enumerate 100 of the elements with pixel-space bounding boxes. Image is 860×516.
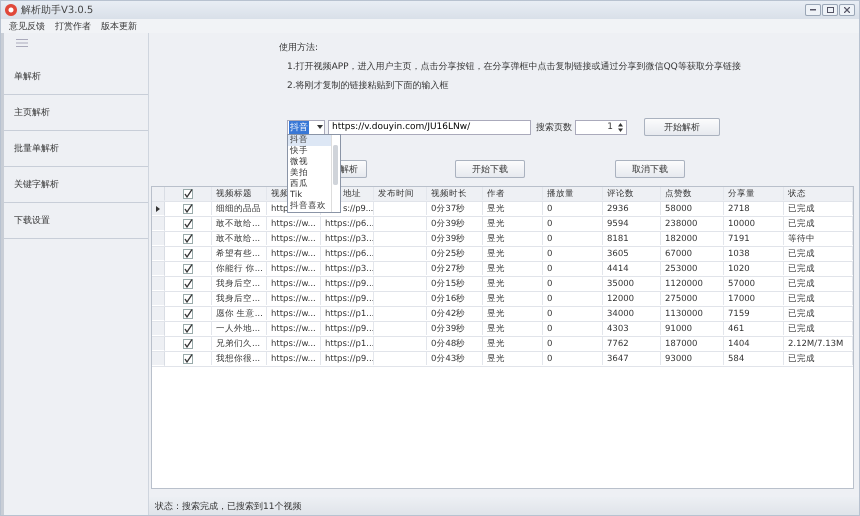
instructions-heading: 使用方法: [279,42,320,54]
checkbox[interactable] [183,278,193,288]
table-cell: 1038 [724,247,784,260]
action-button[interactable]: 开始下载 [455,160,525,178]
start-parse-button[interactable]: 开始解析 [644,118,720,136]
table-cell: 34000 [603,307,661,320]
close-icon [844,7,850,13]
table-cell: 敢不敢给... [212,217,267,230]
table-cell: 4303 [603,322,661,335]
table-cell: 3647 [603,352,661,365]
table-cell: 等待中 [784,232,853,245]
table-cell: 我身后空... [212,277,267,290]
table-cell: 2936 [603,202,661,215]
table-cell: 238000 [661,217,724,230]
sidebar-item[interactable]: 主页解析 [4,95,148,131]
table-cell: 昱光 [483,352,543,365]
table-cell: 愿你 生意... [212,307,267,320]
table-cell: 昱光 [483,217,543,230]
checkbox[interactable] [183,218,193,228]
maximize-icon [826,7,834,13]
minimize-button[interactable] [805,4,821,16]
table-cell: 0 [543,247,603,260]
table-cell: 0 [543,352,603,365]
checkbox[interactable] [183,338,193,348]
instruction-step: 1.打开视频APP，进入用户主页，点击分享按钮，在分享弹框中点击复制链接或通过分享到微信QQ等获取分享链接 [279,60,859,73]
table-cell: 0分43秒 [427,352,483,365]
table-cell: https://w... [267,232,321,245]
table-cell: https://w... [267,277,321,290]
table-cell: 2.12M/7.13M [784,337,853,350]
table-cell: 已完成 [784,322,853,335]
maximize-button[interactable] [822,4,838,16]
table-cell: https://w... [267,247,321,260]
table-cell: 584 [724,352,784,365]
checkbox[interactable] [183,294,193,304]
menu-item[interactable]: 打赏作者 [55,20,91,32]
table-cell: 0 [543,337,603,350]
table-cell: 10000 [724,217,784,230]
table-cell: 0分25秒 [427,247,483,260]
table-cell: 461 [724,322,784,335]
table-cell: 已完成 [784,352,853,365]
table-cell: https://w... [267,217,321,230]
table-cell: 0 [543,292,603,305]
action-button[interactable]: 取消下载 [615,160,685,178]
table-cell: 2718 [724,202,784,215]
table-cell: 昱光 [483,292,543,305]
row-header[interactable] [152,202,165,215]
pages-spinner[interactable]: 1 [575,120,627,134]
table-cell: 0分39秒 [427,322,483,335]
checkbox[interactable] [183,204,193,214]
table-cell: 0 [543,202,603,215]
table-cell: 0分39秒 [427,232,483,245]
table-cell: 已完成 [784,202,853,215]
select-all-checkbox[interactable] [183,188,193,198]
table-cell: 0分16秒 [427,292,483,305]
table-cell: 187000 [661,337,724,350]
table-cell: 昱光 [483,337,543,350]
platform-dropdown[interactable]: 抖音 [287,120,325,134]
sidebar-item[interactable]: 下载设置 [4,203,148,239]
sidebar-item[interactable]: 关键字解析 [4,167,148,203]
checkbox[interactable] [183,354,193,364]
sidebar-item[interactable]: 单解析 [4,59,148,95]
table-cell: 93000 [661,352,724,365]
table-cell: 已完成 [784,277,853,290]
table-cell: 12000 [603,292,661,305]
table-cell: 0 [543,322,603,335]
close-button[interactable] [839,4,855,16]
checkbox[interactable] [183,324,193,334]
table-cell: 已完成 [784,217,853,230]
table-cell: 0分27秒 [427,262,483,275]
table-cell: 已完成 [784,292,853,305]
table-cell: 7762 [603,337,661,350]
sidebar-item[interactable]: 批量单解析 [4,131,148,167]
table-cell: 35000 [603,277,661,290]
table-cell: 一人外地... [212,322,267,335]
dropdown-option[interactable]: 抖音 [288,135,331,146]
table-cell: 8181 [603,232,661,245]
checkbox[interactable] [183,308,193,318]
menu-item[interactable]: 意见反馈 [9,20,45,32]
url-field[interactable]: https://v.douyin.com/JU16LNw/ [328,120,531,134]
spinner-arrows-icon[interactable] [618,122,623,132]
table-cell: 敢不敢给... [212,232,267,245]
table-cell: 7159 [724,307,784,320]
table-cell: 182000 [661,232,724,245]
table-cell: 0 [543,277,603,290]
menu-item[interactable]: 版本更新 [101,20,137,32]
scrollbar-thumb[interactable] [333,145,338,185]
app-logo-icon [5,4,17,16]
checkbox[interactable] [183,264,193,274]
instruction-step: 2.将刚才复制的链接粘贴到下面的输入框 [279,79,859,92]
table-cell: 兄弟们久... [212,337,267,350]
checkbox[interactable] [183,234,193,244]
table-cell: 67000 [661,247,724,260]
checkbox[interactable] [183,248,193,258]
table-cell: 我想你很... [212,352,267,365]
table-cell: https://w... [267,322,321,335]
table-cell: 昱光 [483,232,543,245]
table-cell: 0 [543,217,603,230]
table-cell: 1020 [724,262,784,275]
minimize-icon [810,9,816,11]
table-cell: 已完成 [784,262,853,275]
